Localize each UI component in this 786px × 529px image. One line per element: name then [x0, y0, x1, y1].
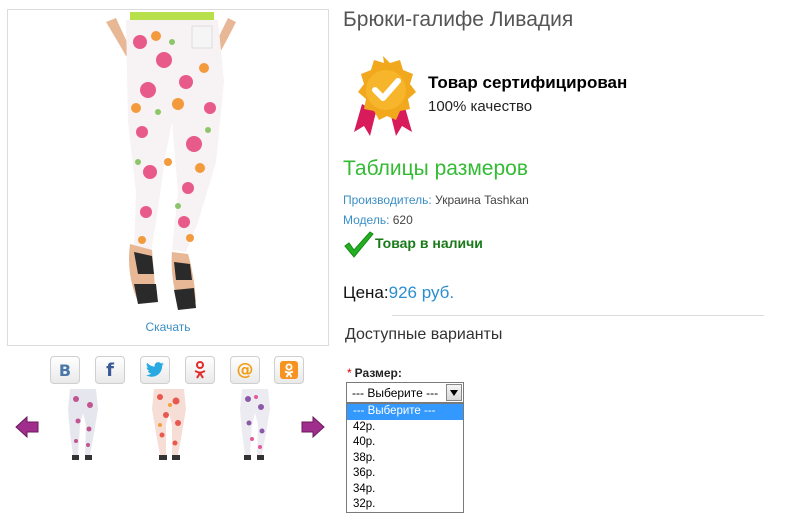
- mailru-share-button[interactable]: @: [230, 356, 260, 384]
- model-label[interactable]: Модель:: [343, 213, 389, 227]
- variants-heading: Доступные варианты: [345, 326, 503, 343]
- mailru-icon: @: [236, 360, 254, 380]
- sizes-table-link[interactable]: Таблицы размеров: [343, 157, 528, 181]
- size-option-38[interactable]: 38р.: [347, 451, 463, 467]
- price-label: Цена:: [343, 283, 389, 302]
- ok-ru-icon: [280, 361, 298, 379]
- next-arrow-icon[interactable]: [300, 414, 326, 440]
- thumbnail-3[interactable]: [228, 385, 282, 463]
- price-value: 926 руб.: [388, 283, 455, 302]
- product-title: Брюки-галифе Ливадия: [343, 8, 574, 31]
- size-dropdown-list: --- Выберите --- 42р. 40р. 38р. 36р. 34р…: [346, 403, 464, 513]
- certified-subtitle: 100% качество: [428, 98, 533, 115]
- odnoklassniki-icon: [194, 361, 206, 379]
- maker-value: Украина Tashkan: [435, 193, 529, 207]
- size-option-40[interactable]: 40р.: [347, 435, 463, 451]
- certified-title: Товар сертифицирован: [428, 73, 628, 92]
- certified-badge-icon: [354, 56, 416, 136]
- price-row: Цена:926 руб.: [343, 283, 454, 303]
- thumbnail-1[interactable]: [56, 385, 110, 463]
- size-option-42[interactable]: 42р.: [347, 420, 463, 436]
- size-option-36[interactable]: 36р.: [347, 466, 463, 482]
- chevron-down-icon[interactable]: [446, 384, 462, 401]
- size-option-placeholder[interactable]: --- Выберите ---: [347, 404, 463, 420]
- social-share-row: B f @: [0, 356, 340, 384]
- size-select[interactable]: --- Выберите ---: [346, 382, 464, 403]
- required-mark: *: [347, 366, 352, 380]
- product-image-panel: Скачать: [7, 9, 329, 346]
- vk-share-button[interactable]: B: [50, 356, 80, 384]
- stock-status: Товар в наличи: [375, 235, 483, 251]
- size-select-value: --- Выберите ---: [352, 386, 439, 400]
- size-label: * Размер:: [347, 366, 402, 380]
- facebook-icon: f: [106, 359, 114, 381]
- model-row: Модель: 620: [343, 213, 413, 227]
- twitter-icon: [145, 362, 164, 377]
- odnoklassniki-share-button[interactable]: [185, 356, 215, 384]
- thumbnail-2[interactable]: [142, 385, 196, 463]
- product-photo[interactable]: [68, 12, 274, 324]
- model-value: 620: [392, 213, 413, 227]
- divider: [392, 315, 764, 316]
- size-option-32[interactable]: 32р.: [347, 497, 463, 513]
- maker-row: Производитель: Украина Tashkan: [343, 193, 529, 207]
- maker-label[interactable]: Производитель:: [343, 193, 432, 207]
- download-link[interactable]: Скачать: [8, 320, 328, 334]
- size-option-34[interactable]: 34р.: [347, 482, 463, 498]
- vk-icon: B: [58, 360, 72, 380]
- previous-arrow-icon[interactable]: [14, 414, 40, 440]
- twitter-share-button[interactable]: [140, 356, 170, 384]
- size-label-text: Размер:: [354, 366, 402, 380]
- in-stock-check-icon: [344, 231, 374, 258]
- ok-ru-share-button[interactable]: [274, 356, 304, 384]
- facebook-share-button[interactable]: f: [95, 356, 125, 384]
